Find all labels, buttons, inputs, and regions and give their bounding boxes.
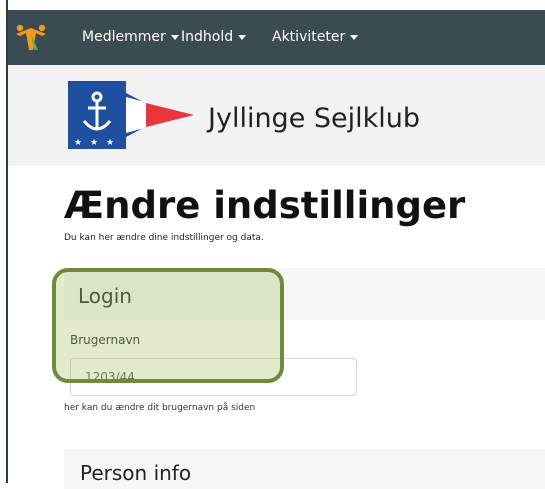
club-name: Jyllinge Sejlklub [208,103,421,134]
person-info-heading: Person info [80,461,192,485]
nav-medlemmer[interactable]: Medlemmer [82,29,179,45]
club-logo-icon[interactable] [14,22,48,52]
page-title: Ændre indstillinger [64,184,466,227]
svg-text:★: ★ [74,138,82,148]
chevron-down-icon [238,34,247,40]
top-navbar: Medlemmer Indhold Aktiviteter [8,10,545,65]
chevron-down-icon [170,34,179,40]
nav-indhold[interactable]: Indhold [181,29,247,45]
chevron-down-icon [350,34,359,40]
svg-text:★: ★ [90,138,98,148]
club-header: ★ ★ ★ Jyllinge Sejlklub [8,65,545,166]
club-flag-icon[interactable]: ★ ★ ★ [68,81,198,151]
page-subtitle: Du kan her ændre dine indstillinger og d… [64,233,264,243]
nav-aktiviteter[interactable]: Aktiviteter [272,29,359,45]
username-helper-text: her kan du ændre dit brugernavn på siden [64,403,256,413]
highlight-annotation [52,268,284,383]
svg-text:★: ★ [106,138,114,148]
